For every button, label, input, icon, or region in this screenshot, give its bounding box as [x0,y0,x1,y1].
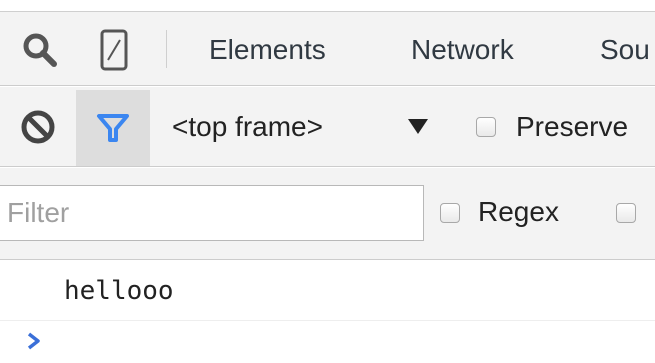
console-toolbar: <top frame> Preserve [0,87,655,167]
device-mode-icon[interactable] [96,28,132,72]
tab-elements[interactable]: Elements [209,32,326,68]
filter-input[interactable] [0,185,424,241]
devtools-tabbar: Elements Network Sou [0,12,655,86]
clear-console-icon[interactable] [18,107,58,147]
filter-bar: Regex [0,168,655,260]
preserve-log-label: Preserve [516,111,629,142]
filter-toggle-button[interactable] [76,90,150,166]
dropdown-arrow-icon[interactable] [407,116,429,136]
window-top-edge [0,0,655,12]
prompt-chevron-icon [27,332,40,350]
tab-network[interactable]: Network [411,32,514,68]
tabbar-separator [166,30,167,68]
console-prompt[interactable] [0,322,655,363]
console-output: hellooo [0,261,655,363]
devtools-window: Elements Network Sou <top frame> Preserv… [0,0,655,363]
preserve-log-checkbox[interactable] [476,117,496,137]
filter-icon [97,114,129,142]
frame-selector[interactable]: <top frame> [172,107,323,147]
regex-label: Regex [478,196,559,227]
tab-sources[interactable]: Sou [600,32,650,68]
console-message-text: hellooo [64,276,174,306]
search-icon[interactable] [20,30,60,70]
regex-checkbox[interactable] [440,203,460,223]
hide-network-checkbox[interactable] [616,203,636,223]
console-message: hellooo [0,261,655,321]
